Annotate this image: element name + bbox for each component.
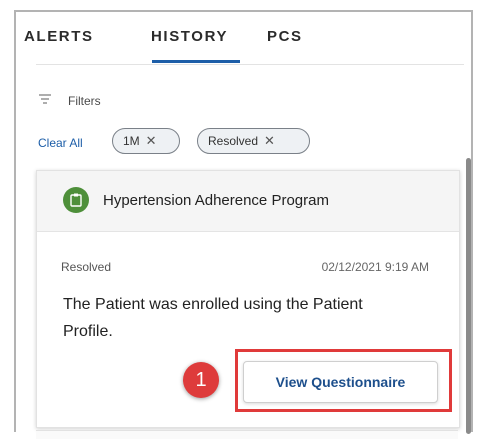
tab-divider: [36, 64, 464, 65]
filter-icon: [39, 94, 51, 104]
filter-chip-1m[interactable]: 1M ✕: [112, 128, 180, 154]
active-tab-indicator: [152, 60, 240, 63]
next-card-edge: [36, 430, 458, 439]
program-icon: [63, 187, 89, 213]
timestamp: 02/12/2021 9:19 AM: [321, 260, 429, 274]
filters-label: Filters: [68, 94, 101, 108]
clear-all-link[interactable]: Clear All: [38, 136, 83, 150]
scrollbar[interactable]: [466, 158, 471, 434]
step-number-badge: 1: [183, 362, 219, 398]
view-questionnaire-button[interactable]: View Questionnaire: [243, 361, 438, 403]
card-message: The Patient was enrolled using the Patie…: [63, 296, 363, 340]
status-text: Resolved: [61, 260, 112, 274]
clipboard-icon: [70, 193, 82, 207]
program-title: Hypertension Adherence Program: [103, 192, 329, 209]
close-icon[interactable]: ✕: [146, 133, 157, 149]
close-icon[interactable]: ✕: [264, 133, 275, 149]
tab-alerts[interactable]: ALERTS: [24, 28, 94, 45]
tab-history[interactable]: HISTORY: [151, 28, 228, 45]
chip-label: Resolved: [208, 134, 259, 148]
card-header: Hypertension Adherence Program: [37, 171, 459, 232]
filter-chip-resolved[interactable]: Resolved ✕: [197, 128, 310, 154]
chip-label: 1M: [123, 134, 140, 148]
tab-pcs[interactable]: PCS: [267, 28, 303, 45]
